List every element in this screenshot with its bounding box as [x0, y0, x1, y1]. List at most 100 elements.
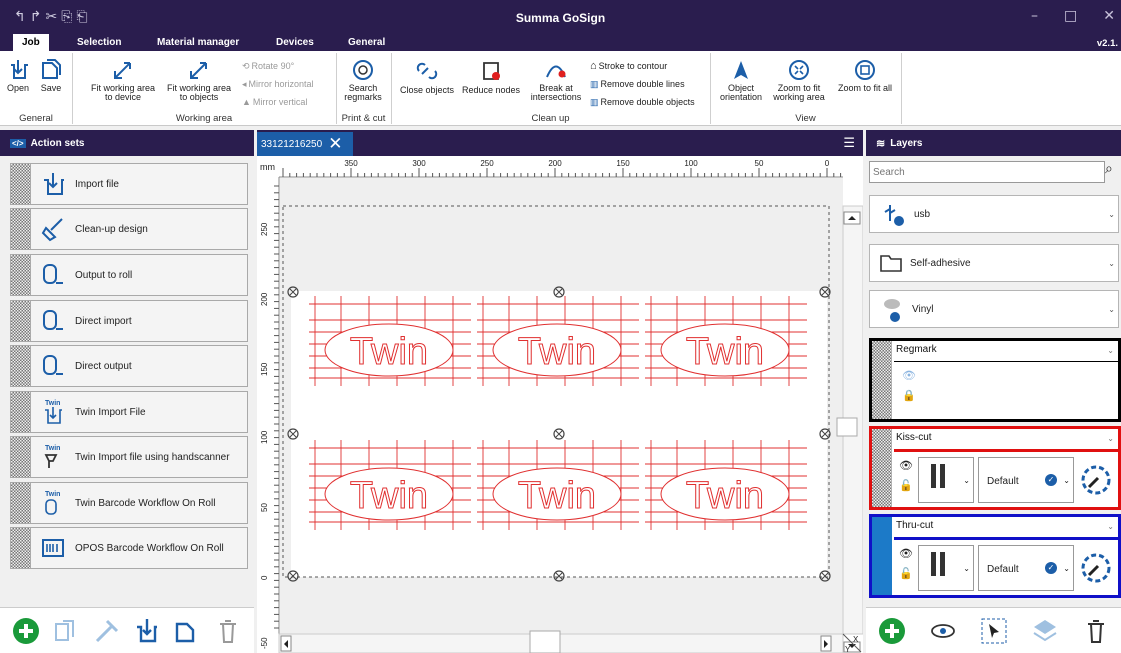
design-text: Twin [686, 475, 764, 517]
opos-barcode-icon [42, 539, 64, 557]
fit-working-area-to-device-button[interactable]: Fit working area to device [86, 59, 160, 102]
orientation-icon [734, 61, 748, 79]
close-window-button[interactable]: ✕ [1103, 8, 1115, 24]
ribbon: Open Save Fit working area to device Fit … [0, 51, 1121, 126]
regmark-search-icon [353, 60, 373, 80]
action-opos-barcode-workflow[interactable]: OPOS Barcode Workflow On Roll [10, 527, 248, 569]
device-dropdown[interactable]: usb ⌄ [869, 195, 1119, 233]
lock-icon[interactable]: 🔓 [899, 479, 913, 492]
import-action-icon[interactable] [132, 616, 162, 646]
trash-icon[interactable] [1081, 616, 1111, 646]
visibility-icon[interactable]: 👁 [899, 547, 913, 560]
action-import-file[interactable]: Import file [10, 163, 248, 205]
drag-handle[interactable] [872, 517, 892, 595]
break-at-intersections-button[interactable]: Break at intersections [525, 59, 587, 102]
remove-objects-icon: ▥ [590, 97, 599, 107]
mirror-vertical-button[interactable]: ▲ Mirror vertical [242, 96, 307, 108]
tab-general[interactable]: General [348, 37, 385, 48]
action-sets-header: </> Action sets [0, 130, 254, 156]
drag-handle[interactable] [11, 346, 31, 386]
horizontal-scrollbar[interactable] [278, 633, 844, 653]
open-icon [11, 60, 28, 79]
drag-handle[interactable] [11, 301, 31, 341]
canvas[interactable]: mm 350 300 250 200 150 100 50 0 250 200 … [257, 156, 863, 653]
add-layer-icon[interactable] [877, 616, 907, 646]
search-regmarks-button[interactable]: Search regmarks [339, 59, 387, 102]
vruler-tick-label: -50 [260, 637, 269, 649]
layer-thru-cut[interactable]: Thru-cut ⌄ 👁 🔓 ⌄ Default ✓ ⌄ [869, 514, 1121, 598]
action-twin-import-handscanner[interactable]: Twin Twin Import file using handscanner [10, 436, 248, 478]
tool-settings-dropdown[interactable]: Default ✓ ⌄ [978, 457, 1074, 503]
rotate-90-button[interactable]: ⟲ Rotate 90° [242, 60, 294, 72]
save-button[interactable]: Save [36, 57, 66, 93]
select-tool-icon[interactable] [979, 616, 1009, 646]
wrench-settings-icon[interactable] [1080, 464, 1112, 496]
drag-handle[interactable] [11, 392, 31, 432]
document-tab[interactable]: 33121216250 ✕ [257, 132, 353, 156]
duplicate-icon[interactable] [51, 616, 81, 646]
add-action-icon[interactable] [11, 616, 41, 646]
zoom-to-fit-all-button[interactable]: Zoom to fit all [832, 59, 898, 93]
open-button[interactable]: Open [4, 57, 32, 93]
visibility-icon[interactable]: 👁 [899, 459, 913, 472]
export-action-icon[interactable] [172, 616, 202, 646]
twin-barcode-icon: Twin [45, 491, 60, 515]
drag-handle[interactable] [11, 528, 31, 568]
drag-handle[interactable] [11, 209, 31, 249]
trash-icon[interactable] [213, 616, 243, 646]
visibility-icon[interactable]: 👁 [902, 369, 916, 382]
drag-handle[interactable] [11, 164, 31, 204]
minimize-button[interactable]: – [1031, 8, 1038, 24]
action-clean-up-design[interactable]: Clean-up design [10, 208, 248, 250]
search-icon[interactable]: ⌕ [1105, 161, 1113, 177]
wrench-settings-icon[interactable] [1080, 552, 1112, 584]
action-direct-output[interactable]: Direct output [10, 345, 248, 387]
drag-handle[interactable] [11, 255, 31, 295]
tool-selector[interactable]: ⌄ [918, 545, 974, 591]
drag-handle[interactable] [11, 437, 31, 477]
vertical-scroll-thumb[interactable] [836, 417, 858, 437]
maximize-button[interactable]: □ [1064, 8, 1077, 24]
hamburger-menu-icon[interactable]: ☰ [843, 136, 855, 151]
ruler-unit: mm [260, 162, 275, 172]
tool-selector[interactable]: ⌄ [918, 457, 974, 503]
layer-regmark[interactable]: Regmark ⌄ 👁 🔒 [869, 338, 1121, 422]
design-text: Twin [686, 331, 764, 373]
tool-settings-dropdown[interactable]: Default ✓ ⌄ [978, 545, 1074, 591]
merge-layers-icon[interactable] [1030, 616, 1060, 646]
action-twin-import-file[interactable]: Twin Twin Import File [10, 391, 248, 433]
reduce-nodes-button[interactable]: Reduce nodes [459, 59, 523, 95]
drag-handle[interactable] [11, 483, 31, 523]
close-tab-icon[interactable]: ✕ [328, 136, 342, 153]
material-dropdown[interactable]: Vinyl ⌄ [869, 290, 1119, 328]
title-bar: ↰ ↱ ✂ ⎘ ⎗ Summa GoSign – □ ✕ [0, 0, 1121, 34]
layer-search-input[interactable] [869, 161, 1105, 183]
action-twin-barcode-workflow[interactable]: Twin Twin Barcode Workflow On Roll [10, 482, 248, 524]
action-direct-import[interactable]: Direct import [10, 300, 248, 342]
action-output-to-roll[interactable]: Output to roll [10, 254, 248, 296]
layer-kiss-cut[interactable]: Kiss-cut ⌄ 👁 🔓 ⌄ Default ✓ ⌄ [869, 426, 1121, 510]
lock-icon[interactable]: 🔓 [899, 567, 913, 580]
material-type-dropdown[interactable]: Self-adhesive ⌄ [869, 244, 1119, 282]
drag-handle[interactable] [872, 429, 892, 507]
object-orientation-button[interactable]: Object orientation [715, 59, 767, 102]
horizontal-scroll-thumb[interactable] [529, 630, 561, 653]
tab-devices[interactable]: Devices [276, 37, 314, 48]
fit-working-area-to-objects-button[interactable]: Fit working area to objects [162, 59, 236, 102]
lock-icon[interactable]: 🔒 [902, 389, 916, 402]
remove-double-objects-button[interactable]: ▥ Remove double objects [590, 96, 695, 108]
tab-selection[interactable]: Selection [77, 37, 121, 48]
remove-double-lines-button[interactable]: ▥ Remove double lines [590, 78, 685, 90]
tab-job[interactable]: Job [13, 34, 49, 51]
close-objects-button[interactable]: Close objects [396, 59, 458, 95]
visibility-toggle-icon[interactable] [928, 616, 958, 646]
window-controls: – □ ✕ [1031, 8, 1115, 24]
hruler-tick-label: 50 [755, 159, 764, 168]
stroke-to-contour-button[interactable]: ⌂ Stroke to contour [590, 60, 667, 72]
tab-material-manager[interactable]: Material manager [157, 37, 239, 48]
settings-tools-icon[interactable] [92, 616, 122, 646]
mirror-horizontal-button[interactable]: ◂ Mirror horizontal [242, 78, 314, 90]
drag-handle[interactable] [872, 341, 892, 419]
zoom-to-fit-working-area-button[interactable]: Zoom to fit working area [769, 59, 829, 102]
design-text: Twin [350, 475, 428, 517]
